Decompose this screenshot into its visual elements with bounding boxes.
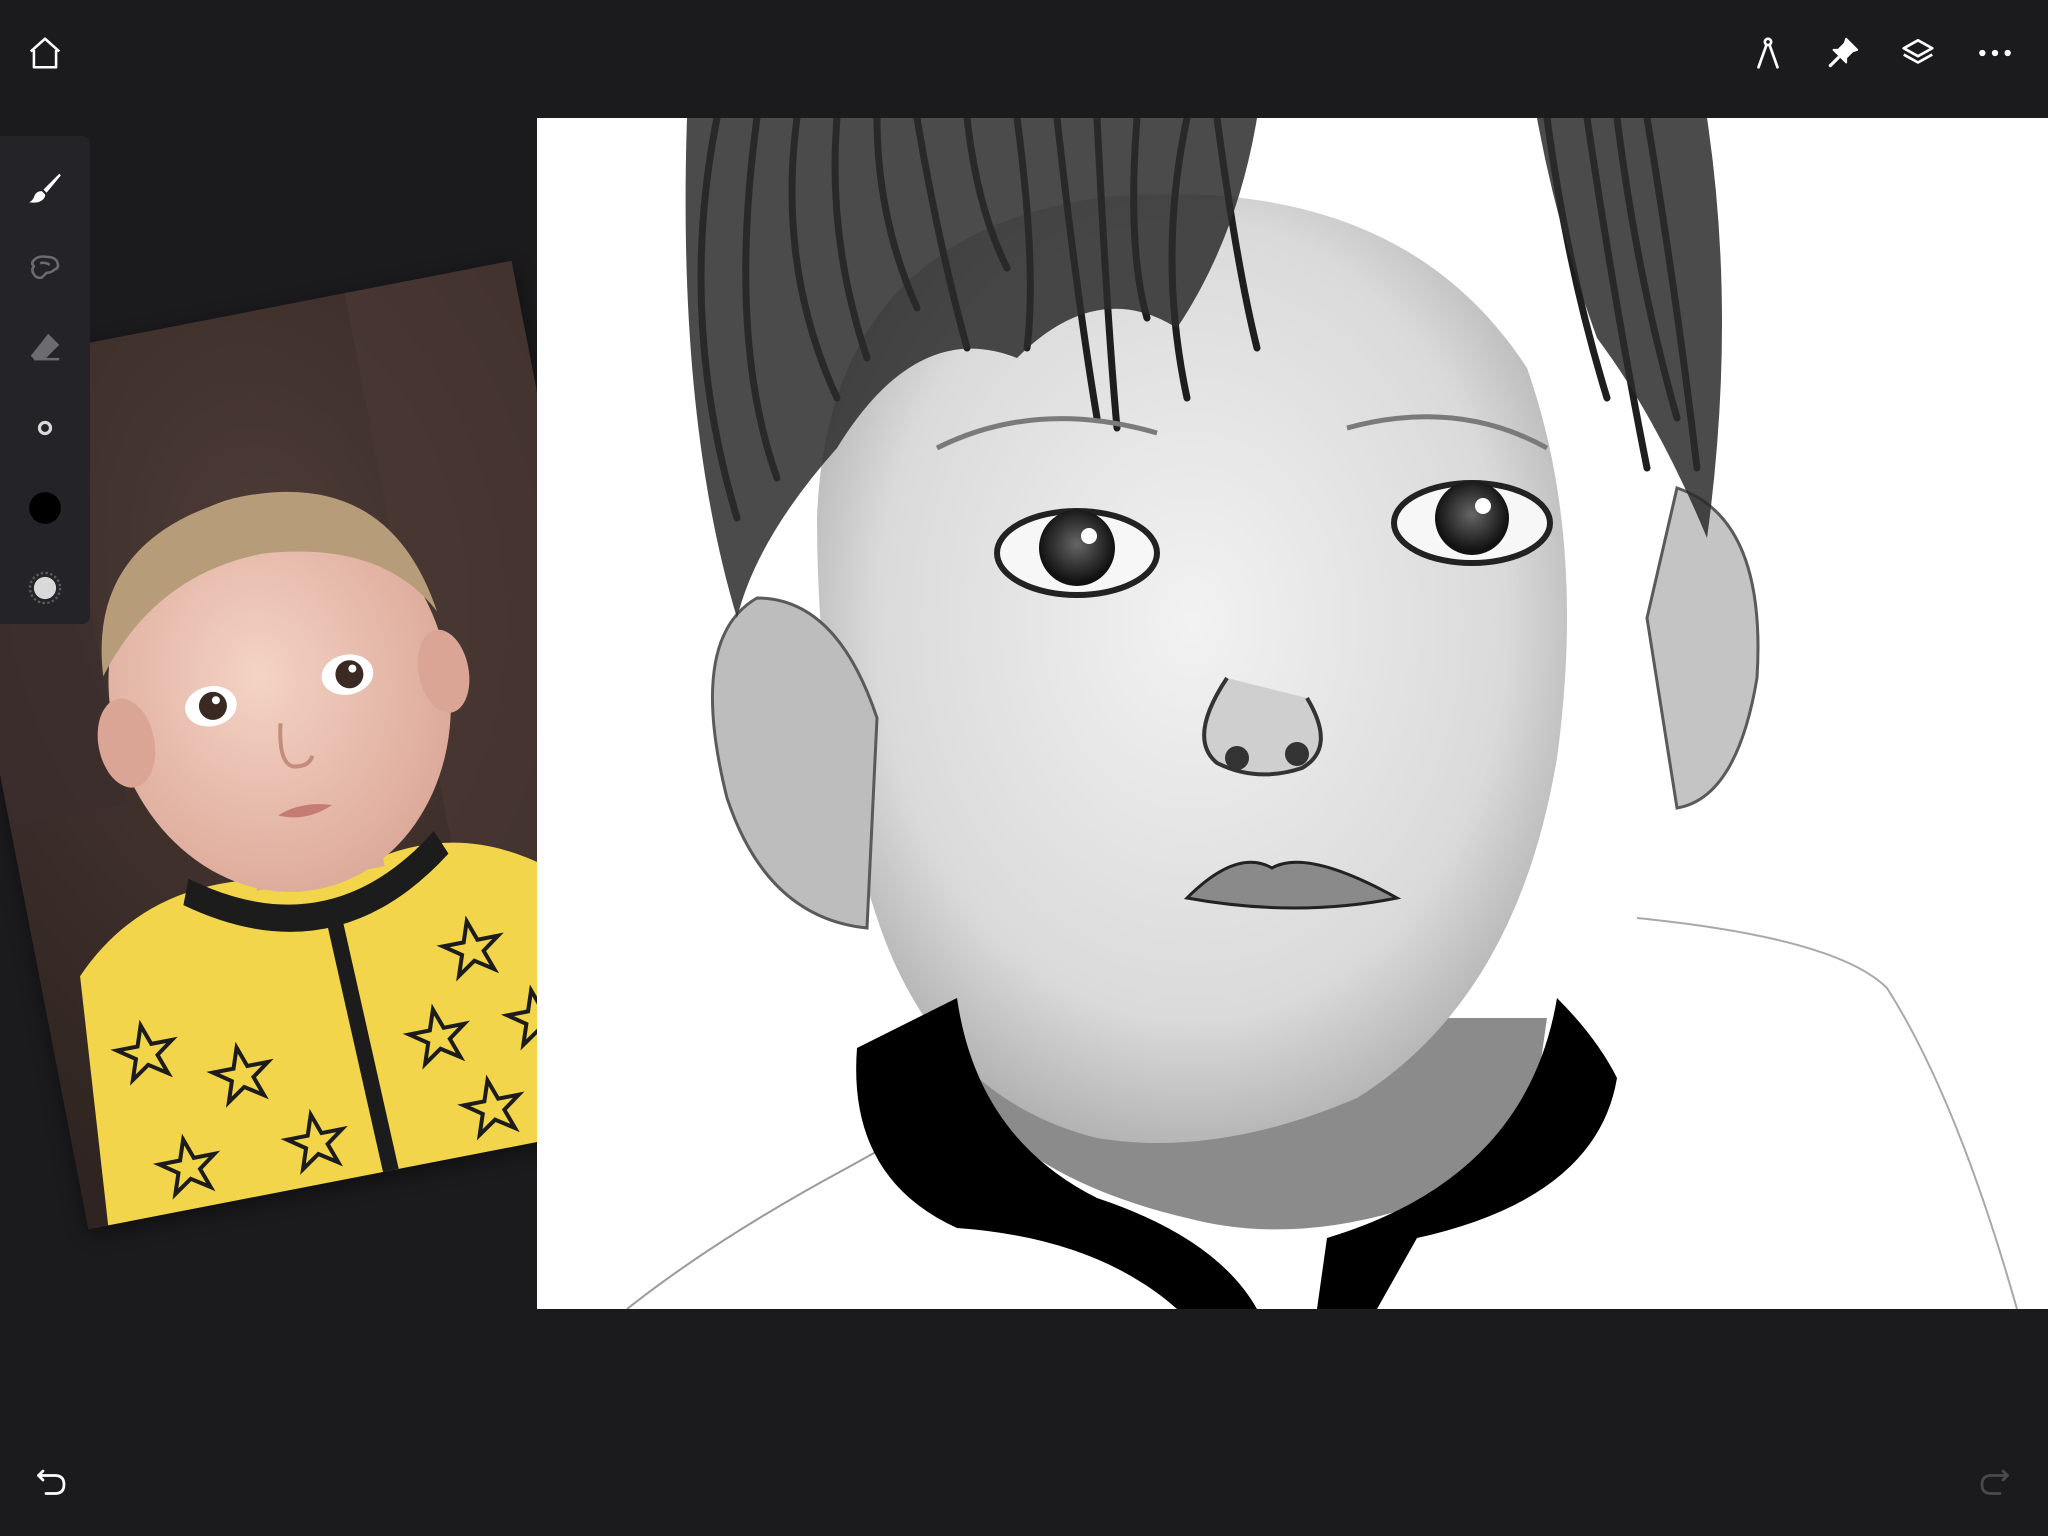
eraser-icon — [30, 333, 60, 361]
opacity-tool[interactable] — [17, 560, 73, 616]
more-button[interactable] — [1967, 25, 2023, 81]
brush-size-icon — [37, 420, 53, 436]
color-swatch-icon — [29, 492, 61, 524]
undo-icon — [37, 1469, 66, 1495]
ruler-button[interactable] — [1740, 25, 1796, 81]
home-button[interactable] — [17, 25, 73, 81]
side-toolbar — [0, 136, 90, 624]
pin-button[interactable] — [1815, 25, 1871, 81]
color-tool[interactable] — [17, 480, 73, 536]
layers-icon — [1902, 38, 1934, 64]
pin-icon — [1828, 37, 1859, 68]
brush-size-tool[interactable] — [17, 400, 73, 456]
brush-tool[interactable] — [17, 160, 73, 216]
smudge-tool[interactable] — [17, 240, 73, 296]
canvas-artwork — [537, 118, 2048, 1309]
drawing-app — [0, 0, 2048, 1536]
more-icon — [1979, 49, 2011, 57]
undo-button[interactable] — [24, 1455, 80, 1511]
brush-icon — [29, 173, 61, 203]
layers-button[interactable] — [1890, 25, 1946, 81]
smudge-icon — [31, 255, 60, 280]
ruler-icon — [1757, 37, 1779, 69]
drawing-canvas[interactable] — [537, 118, 2048, 1309]
eraser-tool[interactable] — [17, 320, 73, 376]
redo-button[interactable] — [1966, 1455, 2022, 1511]
redo-icon — [1980, 1469, 2009, 1495]
home-icon — [29, 37, 61, 69]
opacity-icon — [28, 571, 62, 605]
